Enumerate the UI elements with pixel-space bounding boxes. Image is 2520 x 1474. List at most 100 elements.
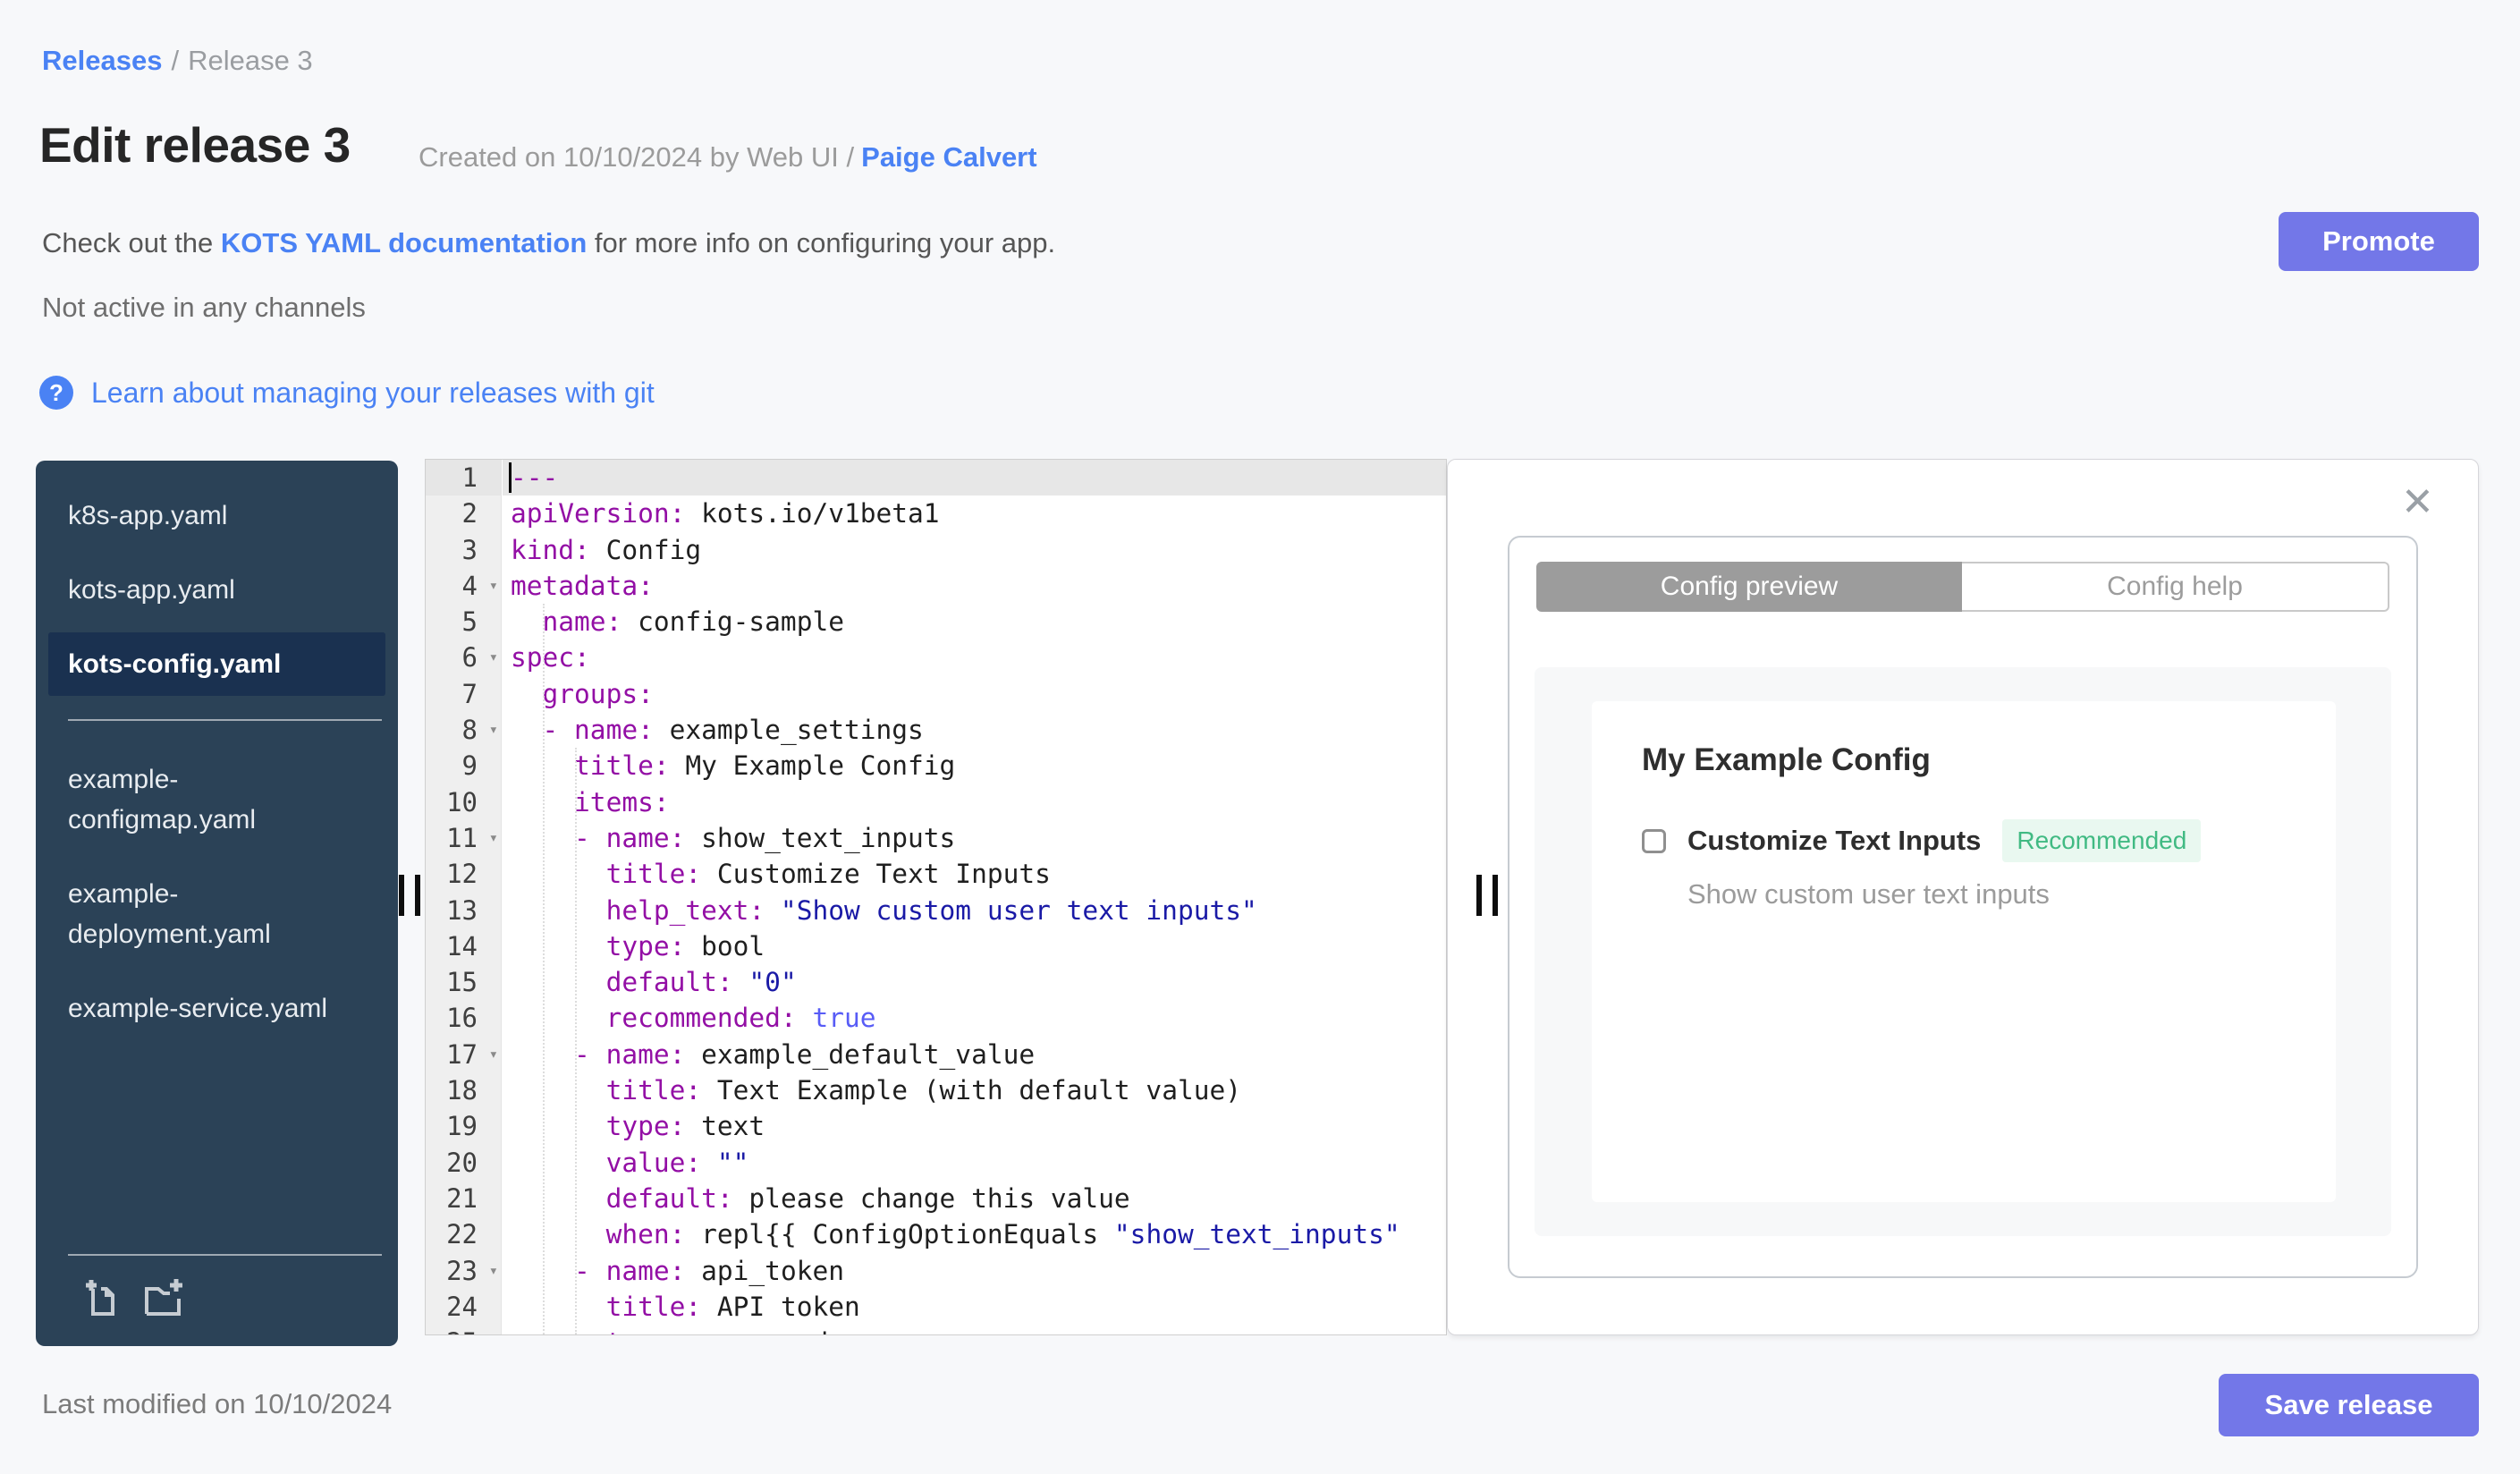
breadcrumb-separator: / xyxy=(171,45,180,76)
code-line-10[interactable]: items: xyxy=(503,784,1446,820)
channel-status: Not active in any channels xyxy=(42,292,366,323)
question-mark-icon[interactable]: ? xyxy=(39,376,73,410)
code-line-23[interactable]: - name: api_token xyxy=(503,1253,1446,1289)
gutter-line-12: 12 xyxy=(446,859,478,890)
gutter-line-9: 9 xyxy=(461,750,478,782)
sidebar-file-kots-config.yaml[interactable]: kots-config.yaml xyxy=(48,632,385,696)
code-line-14[interactable]: type: bool xyxy=(503,928,1446,964)
code-line-21[interactable]: default: please change this value xyxy=(503,1181,1446,1216)
gutter-line-25: 25 xyxy=(426,1325,501,1334)
git-help-row: ? Learn about managing your releases wit… xyxy=(39,376,655,410)
gutter-line-8: 8 ▾ xyxy=(426,712,501,748)
doc-text-prefix: Check out the xyxy=(42,227,221,258)
code-line-4[interactable]: metadata: xyxy=(503,568,1446,604)
code-line-15[interactable]: default: "0" xyxy=(503,964,1446,1000)
edit-release-page: Releases / Release 3 Edit release 3 Create… xyxy=(0,0,2520,1474)
code-line-11[interactable]: - name: show_text_inputs xyxy=(503,820,1446,856)
code-line-9[interactable]: title: My Example Config xyxy=(503,748,1446,784)
sidebar-resize-handle[interactable] xyxy=(399,875,420,916)
fold-toggle-icon[interactable]: ▾ xyxy=(489,568,498,604)
gutter-line-11: 11 ▾ xyxy=(426,820,501,856)
gutter-line-2: 2 xyxy=(461,498,478,529)
editor-gutter: 1 2 3 4 ▾ 5 6 ▾ 7 8 ▾ 9 10 11 ▾ 12 13 14 15 16 17 ▾ 18 19 20 21 22… xyxy=(426,460,502,1334)
code-line-8[interactable]: - name: example_settings xyxy=(503,712,1446,748)
code-line-3[interactable]: kind: Config xyxy=(503,532,1446,568)
code-line-12[interactable]: title: Customize Text Inputs xyxy=(503,856,1446,892)
text-cursor xyxy=(509,462,512,493)
recommended-badge: Recommended xyxy=(2002,819,2202,862)
code-line-20[interactable]: value: "" xyxy=(503,1145,1446,1181)
author-link[interactable]: Paige Calvert xyxy=(861,141,1036,173)
sidebar-file-example-configmap.yaml[interactable]: example-configmap.yaml xyxy=(48,748,385,851)
fold-toggle-icon[interactable]: ▾ xyxy=(489,1037,498,1072)
fold-toggle-icon[interactable]: ▾ xyxy=(489,820,498,856)
last-modified-text: Last modified on 10/10/2024 xyxy=(42,1388,393,1419)
code-line-16[interactable]: recommended: true xyxy=(503,1000,1446,1036)
gutter-line-10: 10 xyxy=(446,786,478,817)
code-line-7[interactable]: groups: xyxy=(503,676,1446,712)
gutter-line-5: 5 xyxy=(461,606,478,638)
code-line-18[interactable]: title: Text Example (with default value) xyxy=(503,1072,1446,1108)
gutter-line-14: 14 xyxy=(446,930,478,961)
gutter-line-4: 4 ▾ xyxy=(426,568,501,604)
fold-toggle-icon[interactable]: ▾ xyxy=(489,712,498,748)
fold-toggle-icon[interactable]: ▾ xyxy=(489,1253,498,1289)
page-title: Edit release 3 xyxy=(39,117,351,173)
customize-text-inputs-checkbox[interactable] xyxy=(1642,828,1666,853)
code-line-1[interactable]: --- xyxy=(503,460,1446,496)
doc-line: Check out the KOTS YAML documentation fo… xyxy=(42,227,1055,259)
sidebar-file-example-service.yaml[interactable]: example-service.yaml xyxy=(48,977,385,1040)
code-line-22[interactable]: when: repl{{ ConfigOptionEquals "show_te… xyxy=(503,1216,1446,1252)
code-line-25[interactable]: type: password xyxy=(503,1325,1446,1334)
config-item-label: Customize Text Inputs xyxy=(1687,825,1982,856)
editor-code[interactable]: --- apiVersion: kots.io/v1beta1 kind: Conf… xyxy=(503,460,1446,1334)
tab-config-help[interactable]: Config help xyxy=(1962,562,2389,612)
sidebar-actions xyxy=(36,1277,398,1323)
gutter-line-13: 13 xyxy=(446,894,478,926)
config-preview-panel: ✕ Config preview Config help My Example … xyxy=(1447,459,2479,1335)
gutter-line-19: 19 xyxy=(446,1111,478,1142)
yaml-editor[interactable]: 1 2 3 4 ▾ 5 6 ▾ 7 8 ▾ 9 10 11 ▾ 12 13 14 15 16 17 ▾ 18 19 20 21 22… xyxy=(425,459,1447,1335)
fold-toggle-icon[interactable]: ▾ xyxy=(489,640,498,675)
code-line-13[interactable]: help_text: "Show custom user text inputs… xyxy=(503,893,1446,928)
sidebar-bottom xyxy=(36,1254,398,1323)
code-line-17[interactable]: - name: example_default_value xyxy=(503,1037,1446,1072)
doc-text-suffix: for more info on configuring your app. xyxy=(587,227,1056,258)
gutter-line-7: 7 xyxy=(461,678,478,709)
code-line-6[interactable]: spec: xyxy=(503,640,1446,675)
code-line-19[interactable]: type: text xyxy=(503,1108,1446,1144)
breadcrumb-releases-link[interactable]: Releases xyxy=(42,45,162,76)
close-icon[interactable]: ✕ xyxy=(2401,483,2434,522)
gutter-line-24: 24 xyxy=(446,1291,478,1322)
gutter-line-22: 22 xyxy=(446,1219,478,1250)
editor-resize-handle[interactable] xyxy=(1476,875,1498,916)
file-sidebar: k8s-app.yaml kots-app.yaml kots-config.yam… xyxy=(36,461,398,1346)
created-meta: Created on 10/10/2024 by Web UI / Paige C… xyxy=(419,141,1037,174)
config-item-help-text: Show custom user text inputs xyxy=(1687,878,2050,910)
gutter-line-18: 18 xyxy=(446,1075,478,1106)
indent-guide xyxy=(575,748,577,1334)
new-folder-icon[interactable] xyxy=(143,1277,184,1323)
sidebar-file-k8s-app.yaml[interactable]: k8s-app.yaml xyxy=(48,484,385,547)
gutter-line-17: 17 ▾ xyxy=(426,1037,501,1072)
code-line-2[interactable]: apiVersion: kots.io/v1beta1 xyxy=(503,496,1446,531)
config-group-heading: My Example Config xyxy=(1642,742,1931,777)
gutter-line-6: 6 ▾ xyxy=(426,640,501,675)
gutter-line-20: 20 xyxy=(446,1147,478,1178)
git-releases-link[interactable]: Learn about managing your releases with … xyxy=(91,377,655,410)
kots-yaml-doc-link[interactable]: KOTS YAML documentation xyxy=(221,227,587,258)
sidebar-file-kots-app.yaml[interactable]: kots-app.yaml xyxy=(48,558,385,622)
sidebar-bottom-divider xyxy=(68,1254,382,1256)
breadcrumb-current: Release 3 xyxy=(188,45,313,76)
file-list: k8s-app.yaml kots-app.yaml kots-config.yam… xyxy=(36,484,398,1040)
config-card: My Example Config Customize Text Inputs … xyxy=(1592,701,2336,1202)
save-release-button[interactable]: Save release xyxy=(2219,1374,2479,1436)
gutter-line-21: 21 xyxy=(446,1182,478,1214)
code-line-5[interactable]: name: config-sample xyxy=(503,604,1446,640)
tab-config-preview[interactable]: Config preview xyxy=(1536,562,1962,612)
code-line-24[interactable]: title: API token xyxy=(503,1289,1446,1325)
new-file-icon[interactable] xyxy=(82,1277,123,1323)
sidebar-file-example-deployment.yaml[interactable]: example-deployment.yaml xyxy=(48,862,385,966)
promote-button[interactable]: Promote xyxy=(2279,212,2479,271)
gutter-line-1: 1 xyxy=(426,460,501,496)
